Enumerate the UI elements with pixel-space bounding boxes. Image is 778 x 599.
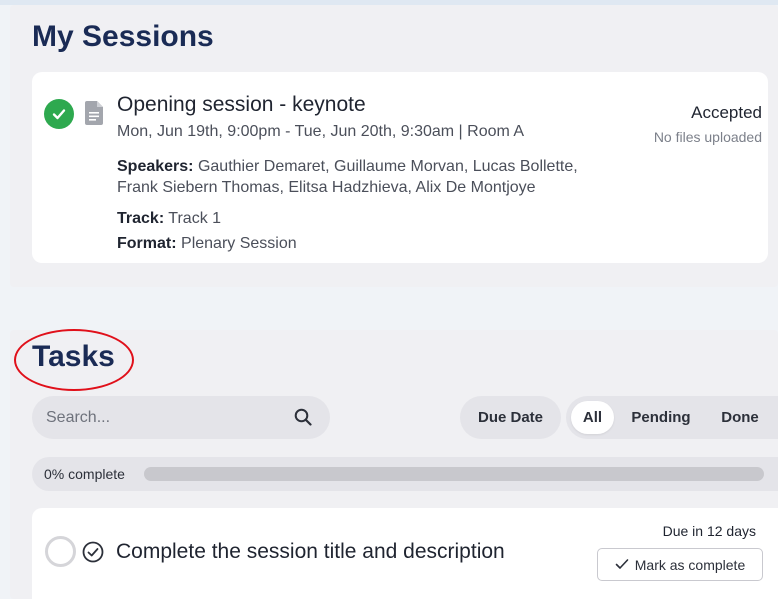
document-icon bbox=[85, 101, 103, 125]
progress-label: 0% complete bbox=[44, 466, 125, 482]
task-filter-group: All Pending Done bbox=[566, 396, 778, 439]
session-track: Track: Track 1 bbox=[117, 210, 221, 228]
track-label: Track: bbox=[117, 210, 165, 227]
highlight-annotation bbox=[14, 329, 134, 391]
search-icon[interactable] bbox=[294, 408, 312, 426]
task-select-radio[interactable] bbox=[45, 536, 76, 567]
check-circle-icon bbox=[44, 99, 74, 129]
task-search-box[interactable] bbox=[32, 396, 330, 439]
sort-due-date-button[interactable]: Due Date bbox=[460, 396, 561, 439]
sessions-panel: My Sessions Opening session - keynote Mo… bbox=[10, 5, 778, 287]
task-search-input[interactable] bbox=[46, 396, 276, 439]
filter-done-button[interactable]: Done bbox=[710, 401, 770, 434]
session-card[interactable]: Opening session - keynote Mon, Jun 19th,… bbox=[32, 72, 768, 263]
files-status: No files uploaded bbox=[653, 129, 762, 145]
task-progress: 0% complete bbox=[32, 457, 778, 491]
session-status: Accepted bbox=[691, 103, 762, 122]
mark-as-complete-button[interactable]: Mark as complete bbox=[597, 548, 763, 581]
circle-check-icon bbox=[82, 541, 104, 563]
task-title[interactable]: Complete the session title and descripti… bbox=[116, 540, 505, 564]
format-label: Format: bbox=[117, 235, 177, 252]
filter-all-button[interactable]: All bbox=[571, 401, 614, 434]
speakers-label: Speakers: bbox=[117, 158, 194, 175]
progress-bar bbox=[144, 467, 764, 481]
checkmark-icon bbox=[615, 557, 629, 573]
task-due: Due in 12 days bbox=[662, 523, 756, 539]
mark-as-complete-label: Mark as complete bbox=[634, 556, 746, 573]
task-item[interactable]: Complete the session title and descripti… bbox=[32, 508, 778, 599]
filter-pending-button[interactable]: Pending bbox=[622, 401, 700, 434]
session-title[interactable]: Opening session - keynote bbox=[117, 93, 366, 117]
session-speakers: Speakers: Gauthier Demaret, Guillaume Mo… bbox=[117, 156, 617, 198]
track-value: Track 1 bbox=[168, 210, 222, 227]
session-datetime: Mon, Jun 19th, 9:00pm - Tue, Jun 20th, 9… bbox=[117, 123, 525, 140]
sessions-heading: My Sessions bbox=[32, 20, 214, 53]
format-value: Plenary Session bbox=[181, 235, 297, 252]
session-format: Format: Plenary Session bbox=[117, 235, 297, 253]
